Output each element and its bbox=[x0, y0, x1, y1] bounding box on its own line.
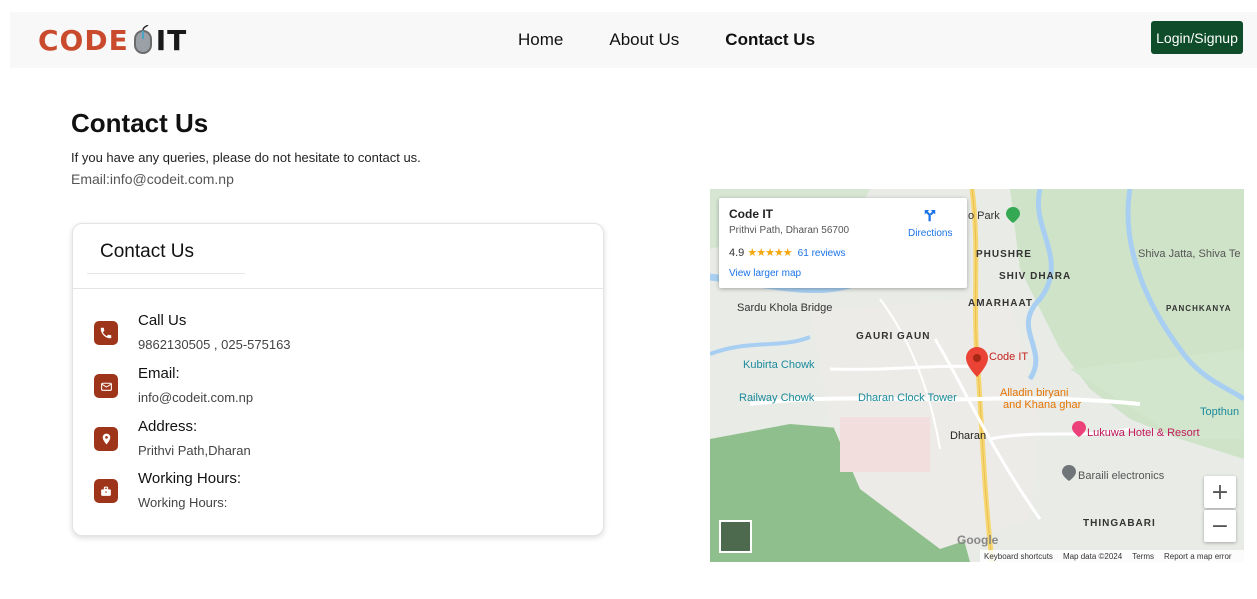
terms-link[interactable]: Terms bbox=[1132, 552, 1154, 561]
map-label-shiva-jatta: Shiva Jatta, Shiva Te bbox=[1138, 248, 1241, 260]
phone-icon bbox=[94, 321, 118, 345]
location-icon bbox=[94, 427, 118, 451]
baraili-pin-icon bbox=[1062, 465, 1076, 484]
map-label-gauri-gaun: GAURI GAUN bbox=[856, 331, 931, 342]
intro-text: If you have any queries, please do not h… bbox=[71, 150, 421, 165]
map-label-lukuwa: Lukuwa Hotel & Resort bbox=[1087, 427, 1200, 439]
hours-value: Working Hours: bbox=[138, 495, 228, 510]
place-address: Prithvi Path, Dharan 56700 bbox=[729, 225, 850, 236]
page-title: Contact Us bbox=[71, 108, 209, 138]
map-label-thingabari: THINGABARI bbox=[1083, 518, 1156, 529]
map-label-phushre: PHUSHRE bbox=[976, 249, 1032, 260]
nav-contact[interactable]: Contact Us bbox=[725, 30, 815, 50]
briefcase-icon bbox=[94, 479, 118, 503]
map-label-code-it: Code IT bbox=[989, 351, 1029, 363]
map-label-railway: Railway Chowk bbox=[739, 392, 815, 404]
info-row-address: Address: Prithvi Path,Dharan bbox=[94, 418, 251, 458]
nav-home[interactable]: Home bbox=[518, 30, 563, 50]
map-attribution: Keyboard shortcuts Map data ©2024 Terms … bbox=[980, 550, 1244, 562]
directions-icon[interactable] bbox=[921, 207, 939, 225]
map-label-shiv-dhara: SHIV DHARA bbox=[999, 271, 1072, 282]
place-name: Code IT bbox=[729, 207, 773, 221]
email-prefix: Email: bbox=[71, 171, 110, 187]
map-label-topthun: Topthun bbox=[1200, 406, 1240, 418]
rating-stars: ★★★★★ bbox=[747, 247, 792, 259]
logo-code-text: CODE bbox=[38, 23, 129, 57]
address-label: Address: bbox=[138, 418, 198, 435]
map-label-park: o Park bbox=[968, 210, 1000, 222]
map-label-clock-tower: Dharan Clock Tower bbox=[858, 392, 957, 404]
nav-about[interactable]: About Us bbox=[609, 30, 679, 50]
zoom-in-button[interactable]: + bbox=[1204, 476, 1236, 508]
reviews-link[interactable]: 61 reviews bbox=[798, 248, 846, 259]
map-label-sardu: Sardu Khola Bridge bbox=[737, 302, 833, 314]
call-label: Call Us bbox=[138, 312, 187, 329]
map-data-text: Map data ©2024 bbox=[1062, 551, 1123, 561]
map-type-toggle[interactable] bbox=[719, 520, 752, 553]
info-row-call: Call Us 9862130505 , 025-575163 bbox=[94, 312, 291, 352]
rating-value: 4.9 bbox=[729, 247, 745, 259]
map-label-kubirta: Kubirta Chowk bbox=[743, 359, 815, 371]
info-row-email: Email: info@codeit.com.np bbox=[94, 365, 253, 405]
email-link[interactable]: info@codeit.com.np bbox=[110, 171, 234, 187]
directions-link[interactable]: Directions bbox=[908, 228, 952, 239]
address-value: Prithvi Path,Dharan bbox=[138, 443, 251, 458]
map-label-alladin-1: Alladin biryani bbox=[1000, 387, 1069, 399]
map-label-alladin-2: and Khana ghar bbox=[1003, 399, 1082, 411]
login-signup-button[interactable]: Login/Signup bbox=[1151, 21, 1243, 54]
map-label-panchkanya: PANCHKANYA bbox=[1166, 304, 1232, 313]
logo-it-text: IT bbox=[155, 23, 188, 57]
hours-label: Working Hours: bbox=[138, 470, 242, 487]
mail-icon bbox=[94, 374, 118, 398]
map-label-dharan: Dharan bbox=[950, 430, 987, 442]
report-error-link[interactable]: Report a map error bbox=[1164, 552, 1232, 561]
park-pin-icon bbox=[1006, 207, 1020, 226]
email-line: Email:info@codeit.com.np bbox=[71, 171, 234, 187]
call-value[interactable]: 9862130505 , 025-575163 bbox=[138, 337, 291, 352]
card-divider bbox=[73, 288, 603, 289]
navbar: CODE IT Home About Us Contact Us Login/S… bbox=[10, 12, 1257, 68]
view-larger-map-link[interactable]: View larger map bbox=[729, 268, 801, 279]
nav-links: Home About Us Contact Us bbox=[518, 12, 815, 68]
email-label: Email: bbox=[138, 365, 180, 382]
email-value[interactable]: info@codeit.com.np bbox=[138, 390, 253, 405]
logo[interactable]: CODE IT bbox=[38, 22, 187, 58]
place-info-card: Code IT Prithvi Path, Dharan 56700 4.9 ★… bbox=[719, 198, 967, 288]
map-label-amarhaat: AMARHAAT bbox=[968, 298, 1034, 309]
info-row-hours: Working Hours: Working Hours: bbox=[94, 470, 241, 510]
google-logo: Google bbox=[957, 533, 999, 547]
lukuwa-pin-icon bbox=[1072, 421, 1086, 440]
google-map[interactable]: Code IT Prithvi Path, Dharan 56700 4.9 ★… bbox=[710, 189, 1244, 562]
card-title: Contact Us bbox=[100, 241, 194, 262]
card-title-underline bbox=[87, 273, 245, 274]
zoom-out-button[interactable]: − bbox=[1204, 510, 1236, 542]
keyboard-shortcuts-link[interactable]: Keyboard shortcuts bbox=[984, 552, 1053, 561]
place-rating: 4.9 ★★★★★ 61 reviews bbox=[729, 246, 845, 259]
contact-card: Contact Us Call Us 9862130505 , 025-5751… bbox=[72, 223, 604, 536]
map-label-baraili: Baraili electronics bbox=[1078, 470, 1165, 482]
code-it-pin-icon[interactable] bbox=[966, 347, 988, 380]
mouse-icon bbox=[133, 24, 153, 55]
